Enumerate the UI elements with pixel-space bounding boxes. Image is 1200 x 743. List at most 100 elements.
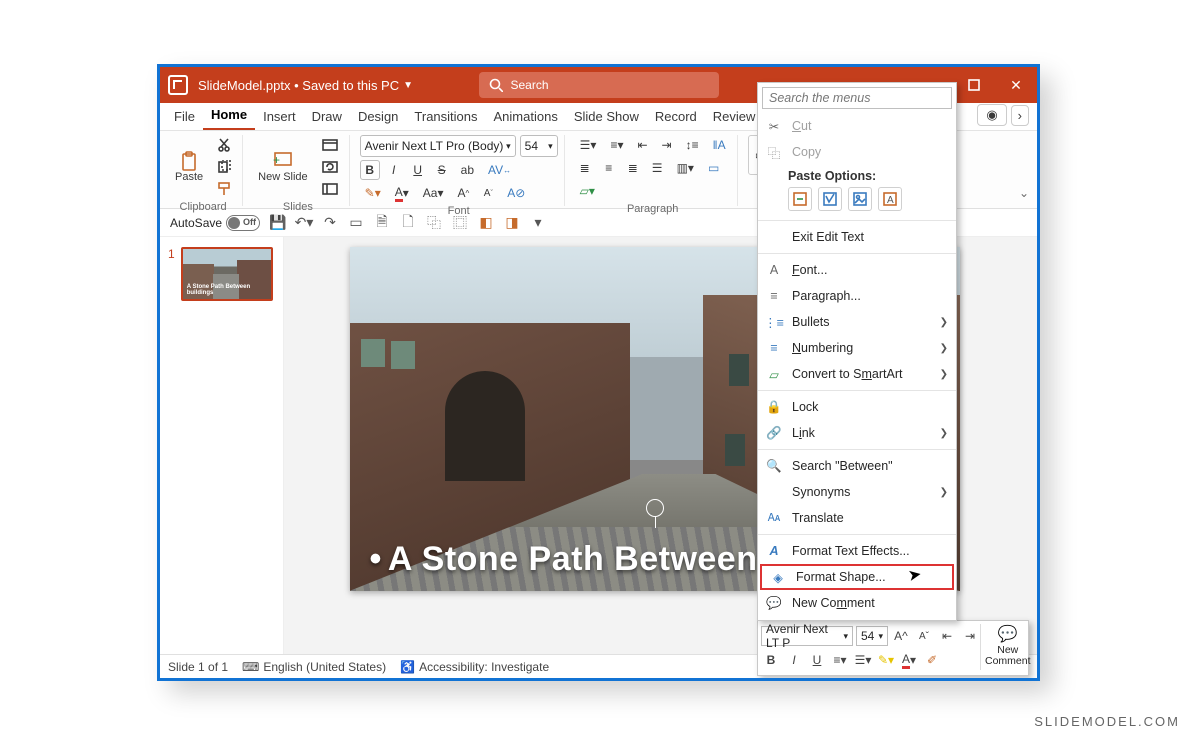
menu-link[interactable]: 🔗Link❯ — [758, 420, 956, 446]
menu-format-text-effects[interactable]: AFormat Text Effects... — [758, 538, 956, 564]
paste-button[interactable]: Paste — [170, 148, 208, 186]
layout-button[interactable] — [317, 135, 343, 155]
tab-design[interactable]: Design — [350, 105, 406, 130]
indent-inc-button[interactable]: ⇥ — [657, 135, 677, 155]
shrink-font-button[interactable]: Aˇ — [478, 183, 498, 203]
watermark: SLIDEMODEL.COM — [1034, 714, 1180, 729]
menu-bullets[interactable]: ⋮≡Bullets❯ — [758, 309, 956, 335]
columns-button[interactable]: ▥▾ — [672, 158, 699, 178]
tab-record[interactable]: Record — [647, 105, 705, 130]
menu-search-between[interactable]: 🔍Search "Between" — [758, 453, 956, 479]
tab-animations[interactable]: Animations — [486, 105, 566, 130]
paste-option-text[interactable]: A — [878, 187, 902, 211]
mini-align[interactable]: ≡▾ — [830, 650, 850, 670]
tab-insert[interactable]: Insert — [255, 105, 304, 130]
bullets-button[interactable]: ☰▾ — [575, 135, 602, 155]
bullets-icon: ⋮≡ — [766, 314, 782, 330]
font-size-select[interactable]: 54▾ — [520, 135, 558, 157]
grow-font-button[interactable]: A^ — [453, 183, 475, 203]
mini-highlight[interactable]: ✎▾ — [876, 650, 896, 670]
align-right-button[interactable]: ≣ — [623, 158, 643, 178]
section-button[interactable] — [317, 179, 343, 199]
indent-dec-button[interactable]: ⇤ — [632, 135, 652, 155]
change-case-button[interactable]: Aa▾ — [418, 183, 449, 203]
numbering-button[interactable]: ≡▾ — [605, 135, 628, 155]
mini-italic[interactable]: I — [784, 650, 804, 670]
font-name-select[interactable]: Avenir Next LT Pro (Body)▾ — [360, 135, 516, 157]
shadow-button[interactable]: ab — [456, 160, 479, 180]
ribbon-collapse-icon[interactable]: ⌄ — [1019, 186, 1029, 200]
clear-format-button[interactable]: A⊘ — [502, 183, 530, 203]
align-text-button[interactable]: ▭ — [703, 158, 724, 178]
font-color-button[interactable]: A▾ — [390, 183, 414, 203]
menu-exit-edit-text[interactable]: Exit Edit Text — [758, 224, 956, 250]
paste-option-dest[interactable] — [788, 187, 812, 211]
menu-search-input[interactable]: Search the menus — [762, 87, 952, 109]
redo-button[interactable]: ↷ — [322, 215, 338, 231]
menu-format-shape[interactable]: ◈Format Shape... — [760, 564, 954, 590]
save-button[interactable]: 💾 — [270, 215, 286, 231]
mini-underline[interactable]: U — [807, 650, 827, 670]
language-status[interactable]: ⌨English (United States) — [242, 660, 386, 674]
italic-button[interactable]: I — [384, 160, 404, 180]
mini-format-painter[interactable]: ✐ — [922, 650, 942, 670]
maximize-button[interactable] — [953, 67, 995, 103]
mini-new-comment[interactable]: 💬 New Comment — [980, 624, 1035, 670]
line-spacing-button[interactable]: ↕≡ — [681, 135, 704, 155]
format-painter-button[interactable] — [212, 179, 236, 199]
camera-button[interactable]: ◉ — [977, 104, 1006, 126]
ribbon-more-button[interactable]: › — [1011, 105, 1029, 126]
mini-font-size[interactable]: 54▾ — [856, 626, 888, 646]
tab-file[interactable]: File — [166, 105, 203, 130]
mini-indent-inc[interactable]: ⇥ — [960, 626, 980, 646]
slide-number: 1 — [168, 247, 175, 301]
search-placeholder: Search — [511, 78, 549, 92]
mini-grow-font[interactable]: A^ — [891, 626, 911, 646]
menu-numbering[interactable]: ≡Numbering❯ — [758, 335, 956, 361]
char-spacing-button[interactable]: AV↔ — [483, 160, 516, 180]
smartart-button[interactable]: ▱▾ — [575, 181, 600, 201]
cut-button[interactable] — [212, 135, 236, 155]
mini-bold[interactable]: B — [761, 650, 781, 670]
tab-transitions[interactable]: Transitions — [406, 105, 485, 130]
mini-font-name[interactable]: Avenir Next LT P▾ — [761, 626, 853, 646]
rotate-handle-icon[interactable] — [646, 499, 664, 517]
reset-button[interactable] — [317, 157, 343, 177]
mini-indent-dec[interactable]: ⇤ — [937, 626, 957, 646]
menu-smartart[interactable]: ▱Convert to SmartArt❯ — [758, 361, 956, 387]
menu-synonyms[interactable]: Synonyms❯ — [758, 479, 956, 505]
copy-button[interactable] — [212, 157, 236, 177]
text-direction-button[interactable]: ‖A — [708, 135, 731, 155]
strike-button[interactable]: S — [432, 160, 452, 180]
tab-slide-show[interactable]: Slide Show — [566, 105, 647, 130]
underline-button[interactable]: U — [408, 160, 428, 180]
mini-shrink-font[interactable]: Aˇ — [914, 626, 934, 646]
autosave-toggle[interactable]: AutoSave Off — [170, 215, 260, 231]
tab-home[interactable]: Home — [203, 103, 255, 130]
mini-font-color[interactable]: A▾ — [899, 650, 919, 670]
menu-lock[interactable]: 🔒Lock — [758, 394, 956, 420]
menu-paragraph[interactable]: ≡Paragraph... — [758, 283, 956, 309]
new-slide-button[interactable]: + New Slide — [253, 148, 313, 186]
highlight-button[interactable]: ✎▾ — [360, 183, 386, 203]
paste-option-source[interactable] — [818, 187, 842, 211]
menu-font[interactable]: AFont... — [758, 257, 956, 283]
menu-translate[interactable]: 🗛Translate — [758, 505, 956, 531]
align-center-button[interactable]: ≡ — [599, 158, 619, 178]
justify-button[interactable]: ☰ — [647, 158, 668, 178]
search-box[interactable]: Search — [479, 72, 719, 98]
accessibility-status[interactable]: ♿Accessibility: Investigate — [400, 660, 549, 674]
align-left-button[interactable]: ≣ — [575, 158, 595, 178]
slide-thumbnail-1[interactable]: A Stone Path Between buildings — [181, 247, 273, 301]
menu-copy: ⿻Copy — [758, 139, 956, 165]
undo-button[interactable]: ↶▾ — [296, 215, 312, 231]
menu-new-comment[interactable]: 💬New Comment — [758, 590, 956, 616]
tab-review[interactable]: Review — [705, 105, 764, 130]
title-chevron-icon[interactable]: ▼ — [403, 80, 413, 91]
mini-bullets[interactable]: ☰▾ — [853, 650, 873, 670]
tab-draw[interactable]: Draw — [304, 105, 350, 130]
search-icon: 🔍 — [766, 458, 782, 474]
close-button[interactable]: ✕ — [995, 67, 1037, 103]
paste-option-picture[interactable] — [848, 187, 872, 211]
bold-button[interactable]: B — [360, 160, 380, 180]
